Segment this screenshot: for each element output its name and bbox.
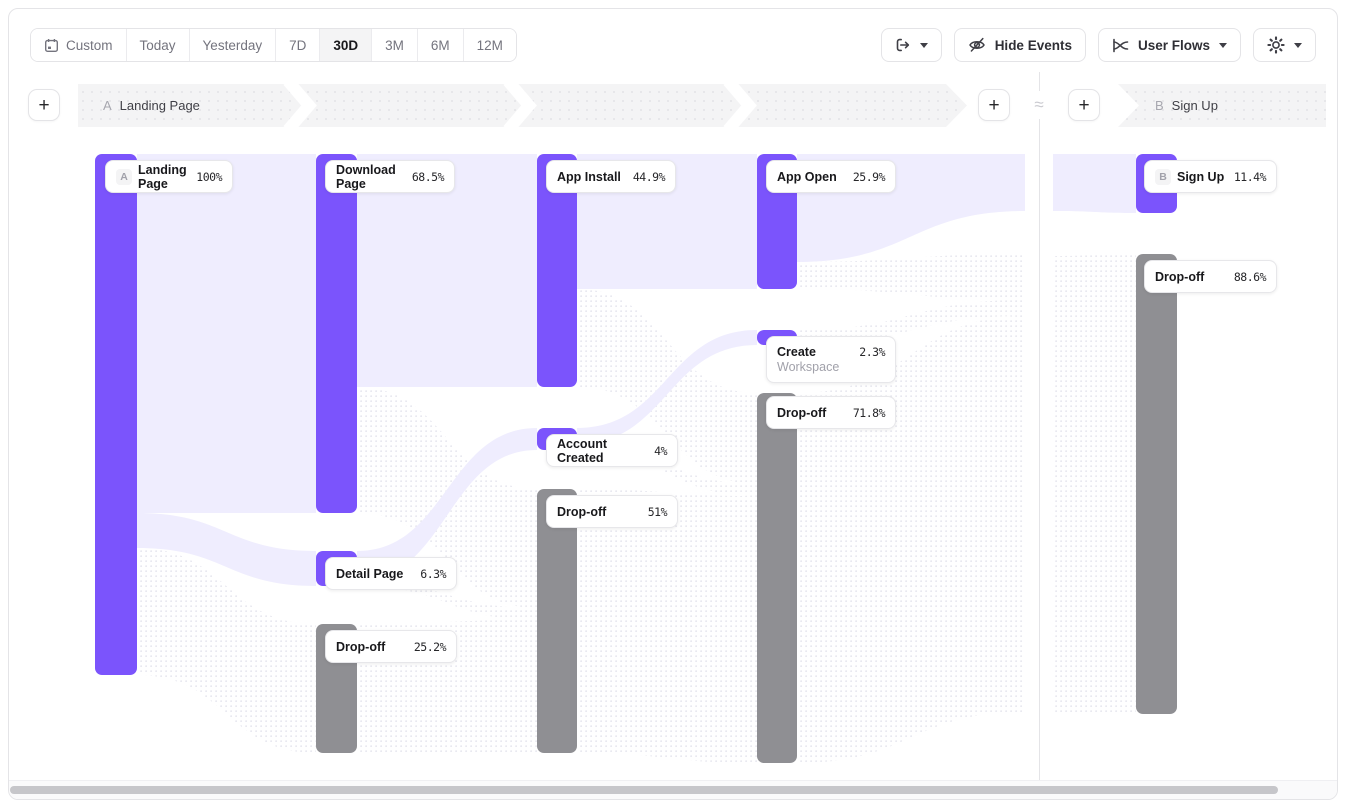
node-percentage: 2.3%: [859, 345, 885, 359]
node-name: Drop-off: [557, 505, 606, 519]
node-name: Download Page: [336, 163, 406, 191]
node-name: Drop-off: [336, 640, 385, 654]
node-bar-drop-off-4[interactable]: [1136, 254, 1177, 714]
node-percentage: 25.9%: [853, 170, 885, 184]
flow-drop-off-3-to-section-divider-dropoff: [797, 316, 1025, 763]
node-bar-drop-off-2[interactable]: [537, 489, 577, 753]
node-percentage: 44.9%: [633, 170, 665, 184]
node-name: Sign Up: [1177, 170, 1224, 184]
node-label-create-workspace[interactable]: Create 2.3%Workspace: [766, 336, 896, 383]
node-label-detail-page[interactable]: Detail Page 6.3%: [325, 557, 457, 590]
node-label-sign-up[interactable]: B Sign Up 11.4%: [1144, 160, 1277, 193]
flow-section-divider-to-drop-off-4-dropoff: [1053, 254, 1136, 714]
node-percentage: 88.6%: [1234, 270, 1266, 284]
node-label-app-open[interactable]: App Open 25.9%: [766, 160, 896, 193]
horizontal-scrollbar-track[interactable]: [9, 780, 1337, 799]
user-flows-page: CustomTodayYesterday7D30D3M6M12M: [0, 0, 1346, 808]
node-bar-drop-off-3[interactable]: [757, 393, 797, 763]
node-percentage: 6.3%: [420, 567, 446, 581]
horizontal-scrollbar-thumb[interactable]: [10, 786, 1278, 794]
node-name-line2: Workspace: [777, 360, 885, 374]
node-label-drop-off-3[interactable]: Drop-off 71.8%: [766, 396, 896, 429]
node-name: App Install: [557, 170, 621, 184]
node-label-row: Create 2.3%: [777, 345, 885, 359]
node-label-download-page[interactable]: Download Page 68.5%: [325, 160, 455, 193]
node-label-drop-off-4[interactable]: Drop-off 88.6%: [1144, 260, 1277, 293]
node-percentage: 11.4%: [1234, 170, 1266, 184]
flow-landing-page-to-download-page: [137, 154, 316, 513]
node-name: Landing Page: [138, 163, 190, 191]
node-percentage: 100%: [196, 170, 222, 184]
node-bar-landing-page[interactable]: [95, 154, 137, 675]
step-badge: A: [116, 169, 132, 185]
node-name: Account Created: [557, 437, 648, 465]
node-name: Create: [777, 345, 816, 359]
flow-app-open-to-section-divider-dropoff: [797, 254, 1025, 300]
node-percentage: 51%: [648, 505, 667, 519]
node-label-account-created[interactable]: Account Created 4%: [546, 434, 678, 467]
node-percentage: 25.2%: [414, 640, 446, 654]
node-percentage: 68.5%: [412, 170, 444, 184]
node-label-app-install[interactable]: App Install 44.9%: [546, 160, 676, 193]
step-badge: B: [1155, 169, 1171, 185]
approx-symbol: ≈: [1031, 91, 1046, 119]
node-label-landing-page[interactable]: A Landing Page 100%: [105, 160, 233, 193]
node-name: Drop-off: [777, 406, 826, 420]
node-name: Drop-off: [1155, 270, 1204, 284]
node-bar-download-page[interactable]: [316, 154, 357, 513]
flow-drop-off-2-to-drop-off-3-dropoff: [577, 489, 757, 763]
node-label-drop-off-2[interactable]: Drop-off 51%: [546, 495, 678, 528]
node-label-drop-off-1[interactable]: Drop-off 25.2%: [325, 630, 457, 663]
node-percentage: 71.8%: [853, 406, 885, 420]
node-percentage: 4%: [654, 444, 667, 458]
flow-section-divider-to-sign-up: [1053, 154, 1136, 213]
node-name: Detail Page: [336, 567, 403, 581]
node-name: App Open: [777, 170, 837, 184]
